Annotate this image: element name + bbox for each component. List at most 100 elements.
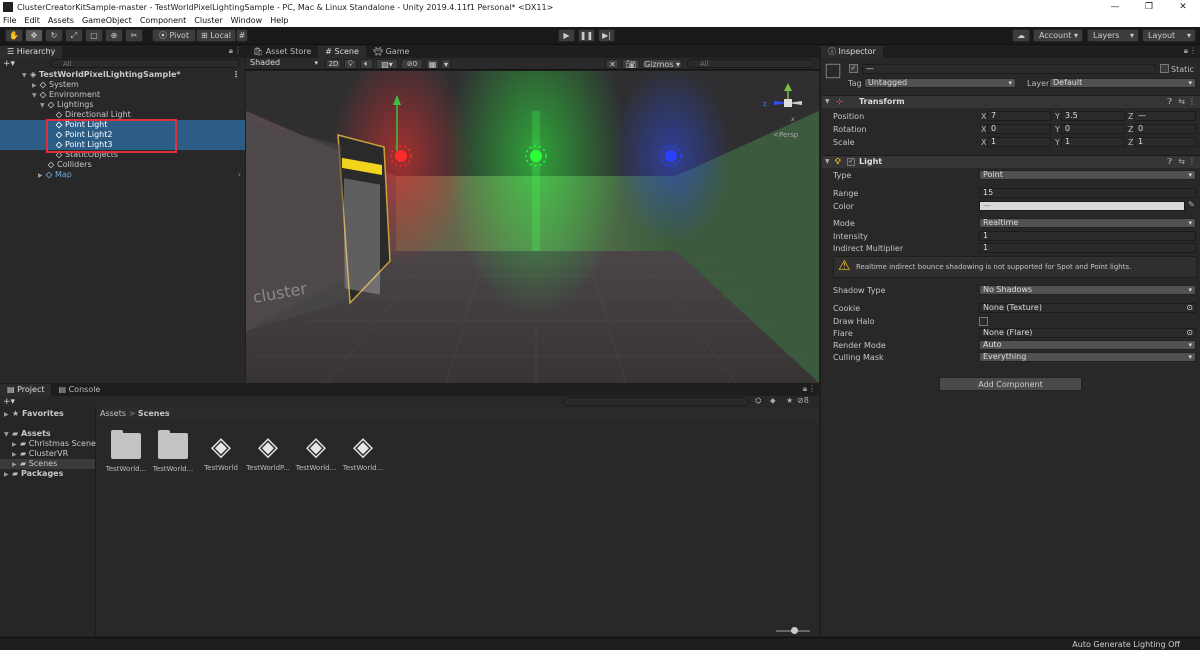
cookie-field[interactable]: None (Texture) ⊙ bbox=[979, 303, 1196, 313]
expand-arrow-icon[interactable]: ▶ bbox=[38, 171, 46, 181]
assets-item[interactable]: ▼ ▰ Assets bbox=[0, 429, 95, 439]
presets-icon[interactable]: ⇆ bbox=[1178, 96, 1185, 108]
light-enabled-checkbox[interactable]: ✓ bbox=[847, 158, 855, 166]
filter-type-icon[interactable]: ⛭ bbox=[755, 396, 761, 406]
position-y-field[interactable]: 3.5 bbox=[1061, 111, 1125, 121]
grid-options-icon[interactable]: ▾ bbox=[441, 59, 451, 69]
cloud-icon[interactable]: ☁ bbox=[1012, 29, 1030, 42]
minimize-button[interactable]: — bbox=[1098, 0, 1132, 14]
expand-arrow-icon[interactable]: ▶ bbox=[4, 470, 12, 480]
collapse-arrow-icon[interactable]: ▼ bbox=[825, 156, 830, 168]
menu-help[interactable]: Help bbox=[270, 16, 288, 25]
menu-window[interactable]: Window bbox=[231, 16, 263, 25]
rotation-x-field[interactable]: 0 bbox=[987, 124, 1051, 134]
menu-cluster[interactable]: Cluster bbox=[194, 16, 222, 25]
hierarchy-search-input[interactable]: All bbox=[50, 59, 240, 68]
lighting-toggle-icon[interactable]: 💡︎ bbox=[344, 59, 357, 69]
culling-dropdown[interactable]: Everything bbox=[979, 352, 1196, 362]
panel-menu-icon[interactable]: ⋮ bbox=[808, 384, 816, 393]
hidden-packages-icon[interactable]: ⊘8 bbox=[797, 396, 809, 405]
camera-icon[interactable]: 📷︎ bbox=[622, 59, 640, 69]
effects-toggle-icon[interactable]: ▨▾ bbox=[376, 59, 398, 69]
breadcrumb-scenes[interactable]: Scenes bbox=[138, 409, 170, 418]
persp-text[interactable]: Persp bbox=[779, 131, 799, 139]
light-header[interactable]: ▼ 💡︎ ✓ Light ❓︎ ⇆ ⋮ bbox=[822, 155, 1200, 168]
hierarchy-item-lightings[interactable]: ▼ Lightings bbox=[0, 100, 245, 110]
menu-edit[interactable]: Edit bbox=[24, 16, 40, 25]
favorite-star-icon[interactable]: ★ bbox=[786, 396, 793, 405]
lock-icon[interactable]: 🔒︎ bbox=[803, 384, 807, 394]
asset-item[interactable]: ◈ TestWorldP... bbox=[246, 430, 290, 472]
menu-gameobject[interactable]: GameObject bbox=[82, 16, 132, 25]
tab-scene[interactable]: # Scene bbox=[318, 46, 366, 58]
hierarchy-item-environment[interactable]: ▼ Environment bbox=[0, 90, 245, 100]
indirect-field[interactable]: 1 bbox=[979, 243, 1196, 253]
scene-menu-icon[interactable]: ⋮ bbox=[232, 70, 240, 80]
panel-menu-icon[interactable]: ⋮ bbox=[234, 46, 242, 55]
rect-tool-icon[interactable]: ▢ bbox=[85, 29, 103, 42]
eyedropper-icon[interactable]: ✎ bbox=[1188, 200, 1195, 209]
close-button[interactable]: ✕ bbox=[1166, 0, 1200, 14]
layer-dropdown[interactable]: Default bbox=[1049, 78, 1196, 88]
gizmos-dropdown[interactable]: Gizmos ▾ bbox=[642, 59, 682, 69]
create-plus-icon[interactable]: +▾ bbox=[3, 397, 15, 407]
scene-search-input[interactable]: All bbox=[687, 59, 815, 68]
flare-field[interactable]: None (Flare) ⊙ bbox=[979, 328, 1196, 338]
halo-checkbox[interactable] bbox=[979, 317, 988, 326]
tab-inspector[interactable]: ⓘ Inspector bbox=[821, 46, 883, 58]
project-search-input[interactable] bbox=[563, 397, 749, 406]
menu-file[interactable]: File bbox=[3, 16, 16, 25]
menu-assets[interactable]: Assets bbox=[48, 16, 74, 25]
presets-icon[interactable]: ⇆ bbox=[1178, 156, 1185, 168]
folder-christmas-scene[interactable]: ▶ ▰ Christmas Scene bbox=[0, 439, 96, 449]
tab-project[interactable]: ▤ Project bbox=[0, 384, 52, 396]
hand-tool-icon[interactable]: ✋ bbox=[5, 29, 23, 42]
scale-y-field[interactable]: 1 bbox=[1061, 137, 1125, 147]
menu-component[interactable]: Component bbox=[140, 16, 186, 25]
object-picker-icon[interactable]: ⊙ bbox=[1186, 329, 1193, 337]
tools-icon[interactable]: ✕ bbox=[606, 59, 619, 69]
tab-game[interactable]: 👾︎ Game bbox=[366, 46, 417, 58]
lock-icon[interactable]: 🔒︎ bbox=[229, 46, 233, 56]
object-name-field[interactable]: — bbox=[862, 64, 1156, 74]
shading-mode-dropdown[interactable]: Shaded bbox=[247, 59, 321, 69]
mode-dropdown[interactable]: Realtime bbox=[979, 218, 1196, 228]
tag-dropdown[interactable]: Untagged bbox=[864, 78, 1016, 88]
favorites-item[interactable]: ▶ ★ Favorites bbox=[0, 409, 95, 419]
scene-root[interactable]: ▼ ◈ TestWorldPixelLightingSample* ⋮ bbox=[0, 70, 245, 80]
folder-scenes[interactable]: ▶ ▰ Scenes bbox=[0, 459, 95, 469]
hierarchy-item-system[interactable]: ▶ System bbox=[0, 80, 245, 90]
collapse-arrow-icon[interactable]: ▼ bbox=[825, 96, 830, 108]
grid-snap-icon[interactable]: # bbox=[236, 29, 248, 42]
move-tool-icon[interactable]: ✥ bbox=[25, 29, 43, 42]
component-menu-icon[interactable]: ⋮ bbox=[1188, 156, 1196, 168]
create-plus-icon[interactable]: +▾ bbox=[3, 59, 15, 69]
layers-dropdown[interactable]: Layers ▾ bbox=[1087, 29, 1139, 42]
shadow-dropdown[interactable]: No Shadows bbox=[979, 285, 1196, 295]
scale-x-field[interactable]: 1 bbox=[987, 137, 1051, 147]
type-dropdown[interactable]: Point bbox=[979, 170, 1196, 180]
position-z-field[interactable]: — bbox=[1134, 111, 1196, 121]
render-mode-dropdown[interactable]: Auto bbox=[979, 340, 1196, 350]
hierarchy-item-colliders[interactable]: Colliders bbox=[0, 160, 245, 170]
packages-item[interactable]: ▶ ▰ Packages bbox=[0, 469, 95, 479]
layout-dropdown[interactable]: Layout ▾ bbox=[1142, 29, 1196, 42]
asset-item[interactable]: ◈ TestWorld... bbox=[294, 430, 338, 472]
scale-tool-icon[interactable]: ⤢ bbox=[65, 29, 83, 42]
static-checkbox[interactable] bbox=[1160, 64, 1169, 73]
audio-toggle-icon[interactable]: 🔈︎ bbox=[360, 59, 373, 69]
zoom-slider-thumb[interactable] bbox=[791, 627, 798, 634]
asset-item[interactable]: TestWorld... bbox=[104, 430, 148, 473]
help-icon[interactable]: ❓︎ bbox=[1167, 96, 1172, 108]
local-toggle[interactable]: ⊞ Local bbox=[196, 29, 236, 42]
account-dropdown[interactable]: Account ▾ bbox=[1033, 29, 1083, 42]
step-button[interactable]: ▶| bbox=[598, 29, 615, 42]
pause-button[interactable]: ❚❚ bbox=[578, 29, 595, 42]
hierarchy-item-map[interactable]: ▶ Map › bbox=[0, 170, 245, 180]
folder-clustervr[interactable]: ▶ ▰ ClusterVR bbox=[0, 449, 95, 459]
rotation-z-field[interactable]: 0 bbox=[1134, 124, 1196, 134]
breadcrumb-assets[interactable]: Assets bbox=[100, 409, 126, 418]
filter-label-icon[interactable]: ⬥ bbox=[770, 396, 776, 406]
range-field[interactable]: 15 bbox=[979, 188, 1196, 198]
pivot-toggle[interactable]: ⦿ Pivot bbox=[152, 29, 196, 42]
